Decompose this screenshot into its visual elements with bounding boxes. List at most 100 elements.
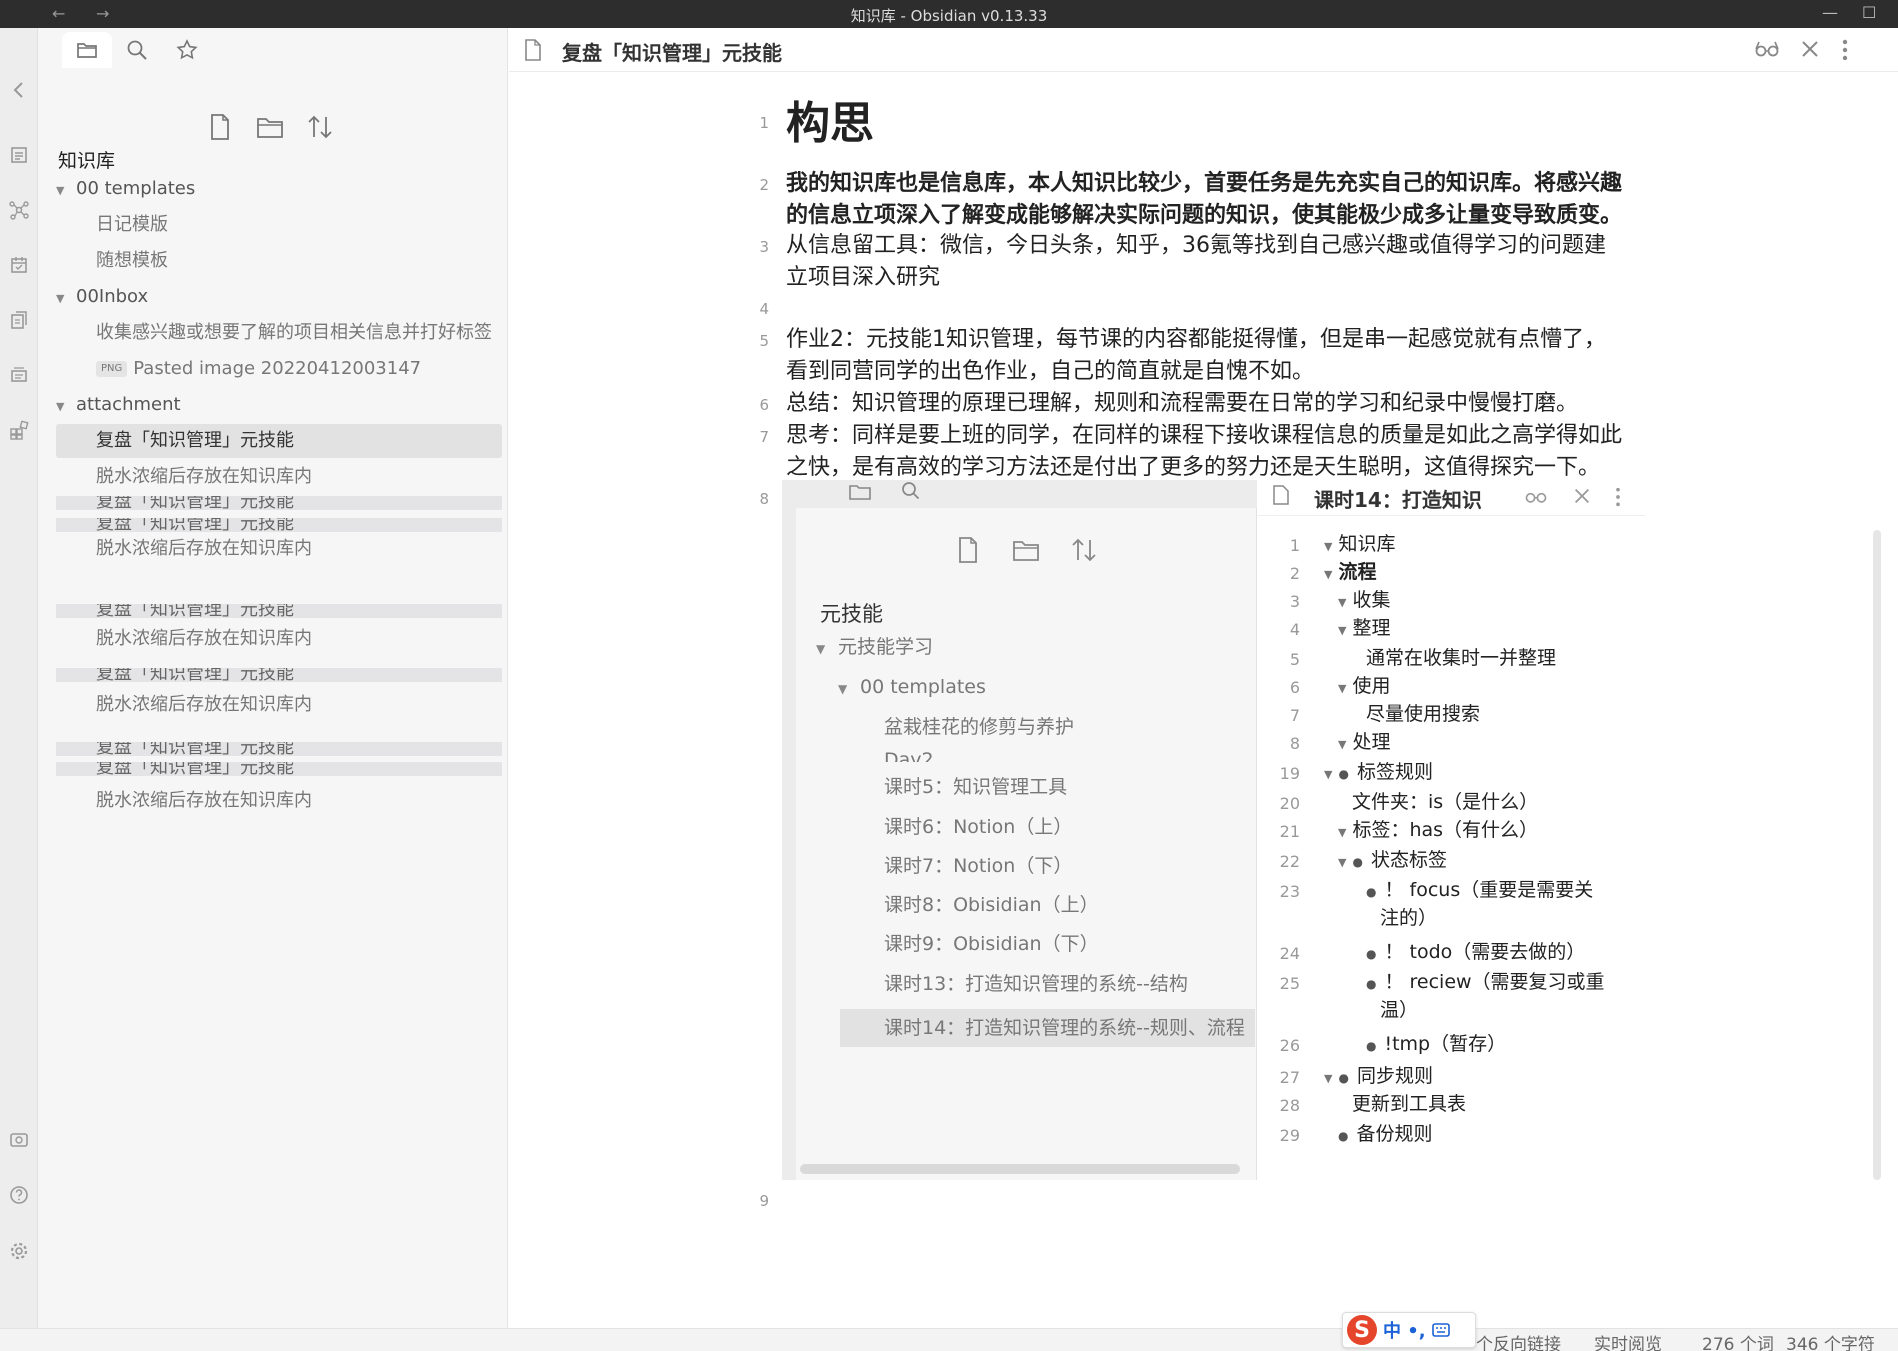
chevron-down-icon: ▼ xyxy=(1324,1072,1333,1085)
sort-icon xyxy=(1072,538,1096,562)
folder-icon xyxy=(77,43,97,58)
document-icon xyxy=(1273,485,1289,505)
embedded-line-number: 24 xyxy=(1279,944,1300,963)
calendar-icon[interactable] xyxy=(9,255,29,275)
tab-search[interactable] xyxy=(112,32,162,68)
collapse-sidebar-icon[interactable] xyxy=(9,80,29,100)
ime-toolbar[interactable]: S 中 •, xyxy=(1342,1312,1476,1348)
keyboard-icon[interactable] xyxy=(1431,1322,1450,1338)
file-item[interactable]: 脱水浓缩后存放在知识库内 xyxy=(56,688,502,722)
ghost-row: 复盘「知识管理」元技能 xyxy=(56,668,502,682)
text-line[interactable]: 总结：知识管理的原理已理解，规则和流程需要在日常的学习和纪录中慢慢打磨。 xyxy=(786,388,1656,420)
file-item[interactable]: 脱水浓缩后存放在知识库内 xyxy=(56,532,502,566)
text-line[interactable]: 看到同营同学的出色作业，自己的简直就是自愧不如。 xyxy=(786,356,1656,388)
bullet-dot-icon: ● xyxy=(1352,855,1363,869)
editor-scrollbar[interactable] xyxy=(1870,100,1882,1350)
ghost-row: 复盘「知识管理」元技能 xyxy=(56,604,502,618)
scrollbar-thumb[interactable] xyxy=(1873,530,1881,1180)
left-ribbon xyxy=(0,28,38,1328)
text-line[interactable]: 的信息立项深入了解变成能够解决实际问题的知识，使其能极少成多让量变导致质变。 xyxy=(786,200,1656,232)
file-item[interactable]: 脱水浓缩后存放在知识库内 xyxy=(56,622,502,656)
ghost-row: 复盘「知识管理」元技能 xyxy=(56,762,502,776)
embedded-outline-text: !tmp（暂存） xyxy=(1384,1033,1507,1055)
embedded-line-number: 22 xyxy=(1279,852,1300,871)
sort-icon[interactable] xyxy=(306,112,334,142)
text-line[interactable]: 作业2：元技能1知识管理，每节课的内容都能挺得懂，但是串一起感觉就有点懵了， xyxy=(786,324,1656,356)
embedded-outline-text: 尽量使用搜索 xyxy=(1366,703,1481,725)
embedded-outline-item: ▼ 收集 xyxy=(1338,586,1390,617)
embedded-outline-text: 通常在收集时一并整理 xyxy=(1366,647,1557,669)
folder-00-templates[interactable]: ▼ 00 templates xyxy=(56,172,502,206)
bullet-dot-icon: ● xyxy=(1338,1071,1349,1085)
file-actions-bar xyxy=(38,112,507,146)
bullet-dot-icon: ● xyxy=(1366,977,1377,991)
close-icon[interactable] xyxy=(1799,38,1821,60)
embedded-line-number: 27 xyxy=(1279,1068,1300,1087)
file-type-badge: PNG xyxy=(96,361,128,377)
embedded-screenshot[interactable]: 元技能 ▼ 元技能学习 ▼ 00 templates 盆栽桂花的修剪与养护 Day2… xyxy=(782,480,1645,1180)
embedded-folder: ▼ 元技能学习 xyxy=(816,632,933,664)
embedded-outline-item: ● ！ todo（需要去做的） xyxy=(1366,938,1585,968)
settings-gear-icon[interactable] xyxy=(9,1241,29,1261)
line-number: 2 xyxy=(759,176,769,194)
embedded-file: Day2 xyxy=(884,749,934,762)
reading-mode-glasses-icon[interactable] xyxy=(1754,38,1780,60)
new-note-icon[interactable] xyxy=(206,112,234,142)
chevron-down-icon: ▼ xyxy=(1338,856,1347,869)
tab-file-explorer[interactable] xyxy=(62,32,112,68)
reading-mode-glasses-icon xyxy=(1525,492,1547,503)
minimize-button[interactable]: — xyxy=(1822,3,1838,22)
templates-icon[interactable] xyxy=(9,310,29,330)
text-line[interactable]: 立项目深入研究 xyxy=(786,262,1656,294)
embedded-line-number: 1 xyxy=(1289,536,1300,555)
vault-switch-icon[interactable] xyxy=(9,1130,29,1150)
line-number: 6 xyxy=(759,396,769,414)
sogou-logo-icon: S xyxy=(1347,1315,1377,1345)
embedded-outline-item: 温） xyxy=(1380,996,1418,1024)
close-icon xyxy=(1574,488,1590,504)
file-item[interactable]: 收集感兴趣或想要了解的项目相关信息并打好标签 xyxy=(56,316,502,350)
plugins-icon[interactable] xyxy=(9,420,29,440)
embedded-outline-item: ▼ ● 状态标签 xyxy=(1338,846,1447,877)
heading-1[interactable]: 构思 xyxy=(786,96,1656,152)
maximize-button[interactable]: ☐ xyxy=(1862,3,1876,22)
status-bar: 个反向链接 实时阅览 276 个词 346 个字符 xyxy=(0,1328,1898,1351)
file-item-active[interactable]: 复盘「知识管理」元技能 xyxy=(56,424,502,458)
file-item[interactable]: 脱水浓缩后存放在知识库内 xyxy=(56,784,502,818)
embedded-outline-item: ▼ 流程 xyxy=(1324,558,1376,589)
ime-mode[interactable]: 中 •, xyxy=(1383,1317,1426,1343)
more-options-icon[interactable] xyxy=(1841,38,1849,62)
graph-view-icon[interactable] xyxy=(9,200,29,220)
note-title[interactable]: 复盘「知识管理」元技能 xyxy=(562,37,782,66)
text-line[interactable]: 我的知识库也是信息库，本人知识比较少，首要任务是先充实自己的知识库。将感兴趣 xyxy=(786,168,1656,200)
text-line[interactable]: 从信息留工具：微信，今日头条，知乎，36氪等找到自己感兴趣或值得学习的问题建 xyxy=(786,230,1656,262)
embedded-outline-item: ● ！ reciew（需要复习或重 xyxy=(1366,968,1605,998)
file-item[interactable]: 随想模板 xyxy=(56,244,502,278)
quick-switcher-icon[interactable] xyxy=(9,145,29,165)
file-item[interactable]: 脱水浓缩后存放在知识库内 xyxy=(56,460,502,494)
folder-00inbox[interactable]: ▼ 00Inbox xyxy=(56,280,502,314)
more-options-icon xyxy=(1616,487,1620,507)
chevron-down-icon: ▼ xyxy=(1324,540,1333,553)
tab-starred[interactable] xyxy=(162,32,212,68)
backlinks-count[interactable]: 个反向链接 xyxy=(1476,1330,1561,1351)
folder-attachment[interactable]: ▼ attachment xyxy=(56,388,502,422)
embedded-outline-item: ▼ 处理 xyxy=(1338,728,1390,759)
file-item[interactable]: 日记模版 xyxy=(56,208,502,242)
embedded-file: 课时13：打造知识管理的系统--结构 xyxy=(884,973,1188,995)
chevron-down-icon: ▼ xyxy=(816,642,826,656)
text-line[interactable]: 思考：同样是要上班的同学，在同样的课程下接收课程信息的质量是如此之高学得如此 xyxy=(786,420,1656,452)
file-item[interactable]: PNG Pasted image 20220412003147 xyxy=(56,352,502,386)
embedded-outline-text: 状态标签 xyxy=(1370,849,1447,871)
help-icon[interactable] xyxy=(9,1185,29,1205)
embedded-outline-item: 更新到工具表 xyxy=(1352,1090,1466,1118)
embedded-outline-text: 标签：has（有什么） xyxy=(1352,819,1539,841)
chevron-down-icon: ▼ xyxy=(838,682,848,696)
char-count: 346 个字符 xyxy=(1786,1335,1875,1351)
new-folder-icon[interactable] xyxy=(256,112,284,142)
document-icon xyxy=(525,39,541,61)
editor-mode[interactable]: 实时阅览 xyxy=(1594,1330,1662,1351)
slides-icon[interactable] xyxy=(9,365,29,385)
chevron-down-icon: ▼ xyxy=(1324,768,1333,781)
embedded-outline-text: 同步规则 xyxy=(1356,1065,1433,1087)
